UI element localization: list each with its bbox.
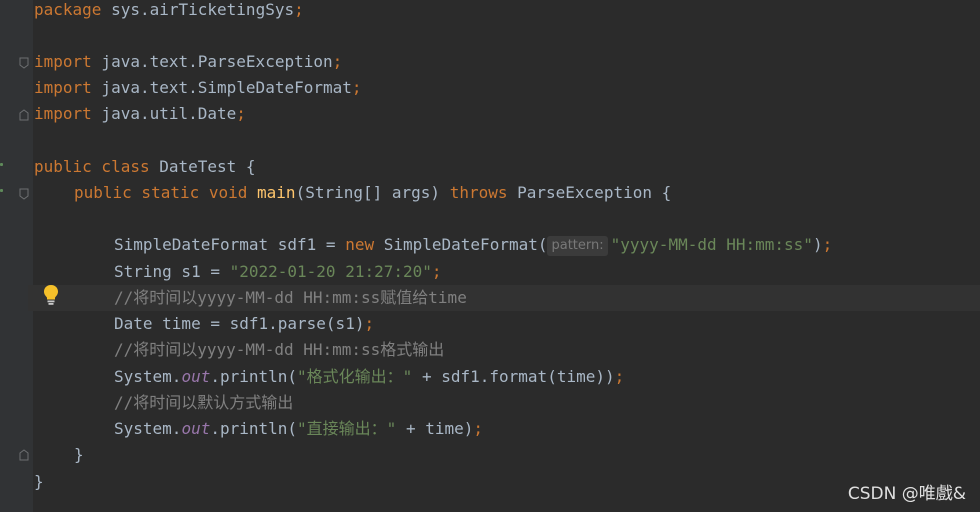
- change-marker: [0, 163, 3, 166]
- watermark-text: CSDN @唯戲&: [847, 484, 966, 504]
- fold-marker-icon[interactable]: [19, 109, 29, 121]
- keyword: new: [345, 235, 375, 254]
- code-line-main[interactable]: public static void main(String[] args) t…: [74, 180, 980, 206]
- keyword: package: [34, 0, 102, 19]
- code-text: SimpleDateFormat(: [374, 235, 548, 254]
- code-line-sdf[interactable]: SimpleDateFormat sdf1 = new SimpleDateFo…: [114, 232, 980, 258]
- string-literal: "2022-01-20 21:27:20": [229, 262, 432, 281]
- keyword: import: [34, 52, 92, 71]
- method-name: main: [257, 183, 296, 202]
- code-text: }: [34, 472, 44, 491]
- code-text: + sdf1.format(time)): [412, 367, 615, 386]
- code-editor[interactable]: package sys.airTicketingSys; import java…: [0, 0, 980, 512]
- fold-marker-icon[interactable]: [19, 449, 29, 461]
- code-text: java.util.Date: [91, 104, 237, 123]
- comment: //将时间以yyyy-MM-dd HH:mm:ss格式输出: [114, 340, 445, 359]
- code-line-close-method[interactable]: }: [74, 442, 980, 468]
- static-field: out: [181, 367, 211, 386]
- keyword: public static void: [74, 183, 248, 202]
- comment: //将时间以默认方式输出: [114, 393, 294, 412]
- editor-gutter[interactable]: [0, 0, 33, 512]
- code-text: DateTest {: [149, 157, 256, 176]
- semicolon: ;: [351, 78, 362, 97]
- code-text: System.: [114, 367, 182, 386]
- semicolon: ;: [294, 0, 304, 19]
- code-line-comment[interactable]: //将时间以默认方式输出: [114, 390, 980, 416]
- code-text: String s1 =: [114, 262, 230, 281]
- fold-marker-icon[interactable]: [19, 188, 29, 200]
- semicolon: ;: [236, 104, 246, 123]
- code-text: + time): [396, 419, 474, 438]
- code-line-comment[interactable]: //将时间以yyyy-MM-dd HH:mm:ss格式输出: [114, 337, 980, 363]
- parameter-hint: pattern:: [547, 236, 608, 256]
- semicolon: ;: [473, 419, 484, 438]
- code-text: java.text.SimpleDateFormat: [91, 78, 352, 97]
- static-field: out: [181, 419, 211, 438]
- code-text: (String[] args): [295, 183, 450, 202]
- code-line-println[interactable]: System.out.println("直接输出：" + time);: [114, 416, 980, 442]
- code-line-import[interactable]: import java.util.Date;: [34, 101, 980, 127]
- fold-marker-icon[interactable]: [19, 57, 29, 69]
- string-literal: "直接输出：": [297, 419, 397, 438]
- code-text: java.text.ParseException: [91, 52, 333, 71]
- change-marker: [0, 189, 3, 192]
- code-line-println[interactable]: System.out.println("格式化输出：" + sdf1.forma…: [114, 364, 980, 390]
- code-text: System.: [114, 419, 182, 438]
- code-text: Date time = sdf1.parse(s1): [114, 314, 365, 333]
- comment: //将时间以yyyy-MM-dd HH:mm:ss赋值给time: [114, 288, 467, 307]
- string-literal: "yyyy-MM-dd HH:mm:ss": [610, 235, 813, 254]
- code-line-package[interactable]: package sys.airTicketingSys;: [34, 0, 980, 23]
- keyword: import: [34, 78, 92, 97]
- code-line-import[interactable]: import java.text.ParseException;: [34, 49, 980, 75]
- keyword: throws: [449, 183, 508, 202]
- code-line-import[interactable]: import java.text.SimpleDateFormat;: [34, 75, 980, 101]
- semicolon: ;: [364, 314, 375, 333]
- code-line-parse[interactable]: Date time = sdf1.parse(s1);: [114, 311, 980, 337]
- keyword: public class: [34, 157, 150, 176]
- semicolon: ;: [822, 235, 833, 254]
- code-text: ): [812, 235, 823, 254]
- code-line-s1[interactable]: String s1 = "2022-01-20 21:27:20";: [114, 259, 980, 285]
- code-line-comment-current[interactable]: //将时间以yyyy-MM-dd HH:mm:ss赋值给time: [28, 285, 980, 311]
- semicolon: ;: [431, 262, 442, 281]
- code-text: .println(: [210, 419, 298, 438]
- code-line-class[interactable]: public class DateTest {: [34, 154, 980, 180]
- code-text: SimpleDateFormat sdf1 =: [114, 235, 346, 254]
- code-text: ParseException {: [507, 183, 672, 202]
- semicolon: ;: [332, 52, 343, 71]
- code-text: sys.airTicketingSys: [101, 0, 295, 19]
- code-text: .println(: [210, 367, 298, 386]
- string-literal: "格式化输出：": [297, 367, 413, 386]
- code-text: }: [74, 445, 84, 464]
- keyword: import: [34, 104, 92, 123]
- lightbulb-icon[interactable]: [42, 284, 60, 306]
- semicolon: ;: [614, 367, 625, 386]
- code-line-close-class[interactable]: }: [34, 469, 980, 495]
